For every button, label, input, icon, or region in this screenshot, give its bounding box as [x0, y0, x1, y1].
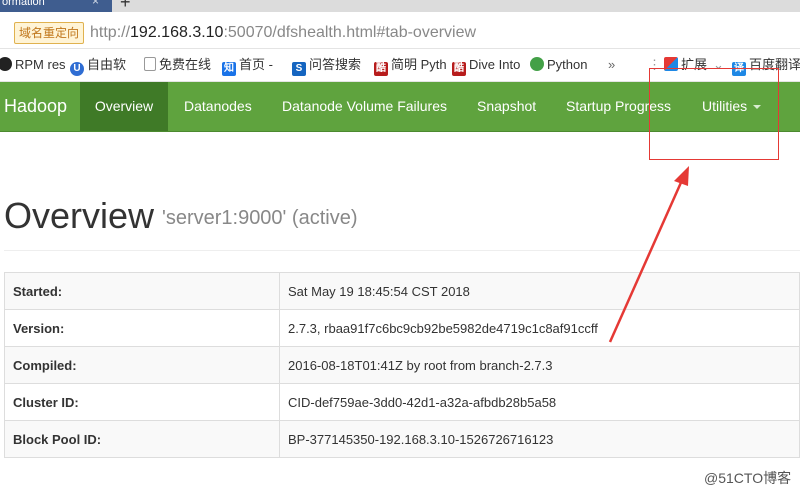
brand-logo[interactable]: Hadoop	[4, 82, 67, 131]
tux-icon	[0, 57, 12, 71]
bookmark-rpm[interactable]: RPM res	[0, 57, 66, 73]
row-value: CID-def759ae-3dd0-42d1-a32a-afbdb28b5a58	[279, 383, 800, 421]
namenode-address: 'server1:9000' (active)	[162, 207, 358, 229]
nav-datanodes[interactable]: Datanodes	[184, 82, 252, 131]
bookmark-label: 首页 -	[239, 57, 273, 72]
row-value: 2.7.3, rbaa91f7c6bc9cb92be5982de4719c1c8…	[279, 309, 800, 347]
row-key: Cluster ID:	[4, 383, 280, 421]
bookmark-dive-into[interactable]: 酷 Dive Into	[452, 57, 520, 76]
address-bar: 域名重定向 http://192.168.3.10:50070/dfshealt…	[0, 12, 800, 49]
bookmark-label: RPM res	[15, 57, 66, 72]
url-host: 192.168.3.10	[130, 24, 224, 41]
nav-overview[interactable]: Overview	[80, 82, 168, 131]
python-icon	[530, 57, 544, 71]
bookmarks-overflow[interactable]: »	[608, 57, 615, 73]
bookmark-free-online[interactable]: 免费在线	[144, 57, 211, 73]
bookmark-qa-search[interactable]: S 问答搜索	[292, 57, 361, 76]
row-value: 2016-08-18T01:41Z by root from branch-2.…	[279, 346, 800, 384]
page-header: Overview 'server1:9000' (active)	[4, 186, 800, 251]
nav-snapshot[interactable]: Snapshot	[477, 82, 536, 131]
tab-strip: ormation × +	[0, 0, 800, 12]
bookmark-label: Dive Into	[469, 57, 521, 72]
cu-icon: 酷	[374, 62, 388, 76]
bookmark-label: 自由软	[87, 57, 127, 72]
bookmark-label: 问答搜索	[309, 57, 362, 72]
row-key: Block Pool ID:	[4, 420, 280, 458]
watermark: @51CTO博客	[704, 470, 792, 486]
bookmark-python[interactable]: Python	[530, 57, 587, 73]
page-icon	[144, 57, 156, 71]
url-scheme: http://	[90, 24, 131, 41]
url-field[interactable]: http://192.168.3.10:50070/dfshealth.html…	[90, 23, 476, 43]
bookmark-label: 简明 Pyth	[391, 57, 447, 72]
row-key: Compiled:	[4, 346, 280, 384]
s-icon: S	[292, 62, 306, 76]
row-value: Sat May 19 18:45:54 CST 2018	[279, 272, 800, 310]
new-tab-icon[interactable]: +	[120, 0, 131, 11]
table-row: Version: 2.7.3, rbaa91f7c6bc9cb92be5982d…	[4, 309, 800, 347]
bookmark-zhihu[interactable]: 知首页 -	[222, 57, 273, 76]
table-row: Block Pool ID: BP-377145350-192.168.3.10…	[4, 420, 800, 458]
close-icon[interactable]: ×	[92, 0, 99, 8]
table-row: Started: Sat May 19 18:45:54 CST 2018	[4, 272, 800, 310]
cu-icon: 酷	[452, 62, 466, 76]
annotation-box	[649, 68, 779, 160]
url-path: :50070/dfshealth.html#tab-overview	[223, 24, 477, 41]
overview-table: Started: Sat May 19 18:45:54 CST 2018 Ve…	[4, 272, 800, 458]
table-row: Compiled: 2016-08-18T01:41Z by root from…	[4, 346, 800, 384]
nav-volume-failures[interactable]: Datanode Volume Failures	[282, 82, 447, 131]
bookmark-label: 免费在线	[159, 57, 212, 72]
table-row: Cluster ID: CID-def759ae-3dd0-42d1-a32a-…	[4, 383, 800, 421]
bookmark-free-software[interactable]: U 自由软	[70, 57, 126, 76]
row-key: Started:	[4, 272, 280, 310]
dns-redirect-badge[interactable]: 域名重定向	[14, 22, 85, 44]
bookmark-python-brief[interactable]: 酷简明 Pyth	[374, 57, 447, 76]
page-title: Overview	[4, 195, 155, 236]
zhi-icon: 知	[222, 62, 236, 76]
row-key: Version:	[4, 309, 280, 347]
bookmark-label: Python	[547, 57, 588, 72]
row-value: BP-377145350-192.168.3.10-1526726716123	[279, 420, 800, 458]
browser-tab-title: ormation	[2, 0, 45, 8]
u-icon: U	[70, 62, 84, 76]
